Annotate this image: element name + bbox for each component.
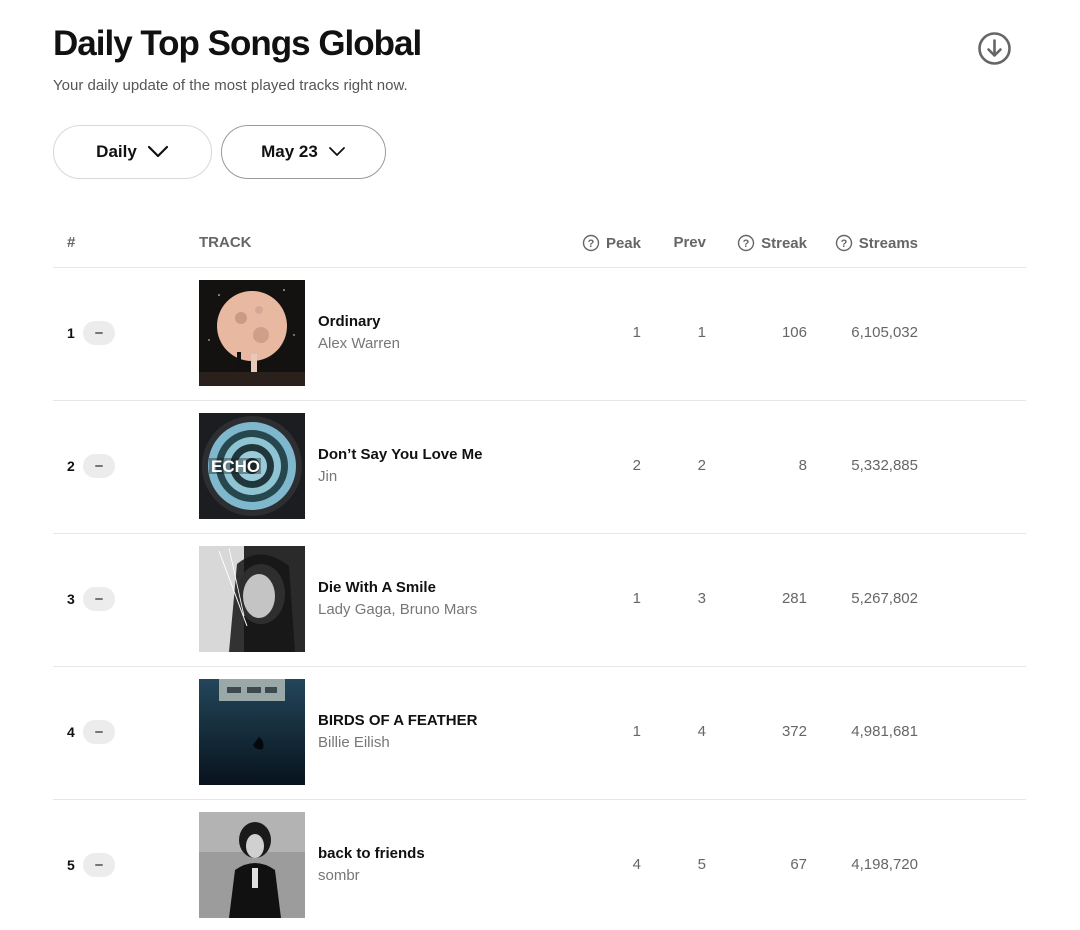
artist-name[interactable]: Billie Eilish: [318, 734, 390, 751]
minus-icon: [95, 598, 103, 600]
peak-value: 1: [632, 324, 641, 341]
prev-value: 2: [697, 457, 706, 474]
prev-value: 4: [697, 723, 706, 740]
question-circle-icon[interactable]: ?: [582, 234, 600, 252]
table-row[interactable]: 2 ECHO Don’t Say You Love Me Jin 2 2 8 5…: [53, 401, 1026, 534]
period-dropdown[interactable]: Daily: [53, 125, 212, 179]
minus-icon: [95, 731, 103, 733]
peak-value: 1: [632, 723, 641, 740]
streams-value: 5,332,885: [851, 457, 918, 474]
song-title[interactable]: back to friends: [318, 845, 425, 862]
rank-change-badge: [83, 720, 115, 744]
column-streak: ? Streak: [737, 234, 807, 252]
album-cover[interactable]: ECHO: [199, 413, 305, 519]
minus-icon: [95, 465, 103, 467]
streak-value: 8: [798, 457, 807, 474]
streak-value: 106: [781, 324, 807, 341]
song-title[interactable]: Die With A Smile: [318, 579, 436, 596]
prev-value: 1: [697, 324, 706, 341]
album-cover[interactable]: [199, 812, 305, 918]
song-title[interactable]: Don’t Say You Love Me: [318, 446, 482, 463]
rank-number: 1: [67, 325, 75, 341]
streams-value: 4,198,720: [851, 856, 918, 873]
download-circle-icon: [978, 32, 1011, 65]
streams-value: 6,105,032: [851, 324, 918, 341]
rank-number: 5: [67, 857, 75, 873]
artist-name[interactable]: Lady Gaga, Bruno Mars: [318, 601, 477, 618]
rank-change-badge: [83, 321, 115, 345]
streams-value: 5,267,802: [851, 590, 918, 607]
minus-icon: [95, 332, 103, 334]
album-cover[interactable]: [199, 679, 305, 785]
table-header: # TRACK ? Peak Prev ? Streak ? Streams: [53, 224, 1026, 268]
prev-value: 5: [697, 856, 706, 873]
svg-text:?: ?: [743, 238, 750, 250]
streak-value: 281: [781, 590, 807, 607]
album-cover[interactable]: [199, 546, 305, 652]
table-row[interactable]: 3 Die With A Smile Lady Gaga, Bruno Mars…: [53, 534, 1026, 667]
period-dropdown-label: Daily: [96, 142, 137, 161]
rank-change-badge: [83, 853, 115, 877]
table-row[interactable]: 4 BIRDS OF A FEATHER Billie Eilish 1 4 3…: [53, 667, 1026, 800]
column-peak: ? Peak: [582, 234, 641, 252]
svg-text:?: ?: [588, 238, 595, 250]
column-peak-label: Peak: [605, 234, 641, 252]
svg-text:ECHO: ECHO: [211, 457, 260, 476]
column-streams-label: Streams: [858, 234, 918, 252]
rank-number: 4: [67, 724, 75, 740]
chart-table: 1 Ordinary Alex Warren 1 1 106 6,105,032…: [53, 268, 1026, 930]
column-track: TRACK: [199, 234, 252, 251]
chevron-down-icon: [328, 147, 345, 156]
streak-value: 372: [781, 723, 807, 740]
date-dropdown[interactable]: May 23: [221, 125, 386, 179]
column-prev: Prev: [673, 234, 706, 251]
page-subtitle: Your daily update of the most played tra…: [53, 77, 408, 94]
page-title: Daily Top Songs Global: [53, 24, 422, 63]
streams-value: 4,981,681: [851, 723, 918, 740]
table-row[interactable]: 1 Ordinary Alex Warren 1 1 106 6,105,032: [53, 268, 1026, 401]
minus-icon: [95, 864, 103, 866]
column-rank: #: [67, 234, 76, 251]
question-circle-icon[interactable]: ?: [737, 234, 755, 252]
rank-change-badge: [83, 454, 115, 478]
date-dropdown-label: May 23: [261, 142, 318, 161]
table-row[interactable]: 5 back to friends sombr 4 5 67 4,198,720: [53, 800, 1026, 930]
peak-value: 4: [632, 856, 641, 873]
artist-name[interactable]: Jin: [318, 468, 337, 485]
prev-value: 3: [697, 590, 706, 607]
rank-number: 3: [67, 591, 75, 607]
peak-value: 1: [632, 590, 641, 607]
album-cover[interactable]: [199, 280, 305, 386]
streak-value: 67: [790, 856, 807, 873]
rank-number: 2: [67, 458, 75, 474]
svg-text:?: ?: [840, 238, 847, 250]
chevron-down-icon: [147, 145, 168, 158]
question-circle-icon[interactable]: ?: [835, 234, 853, 252]
artist-name[interactable]: sombr: [318, 867, 360, 884]
song-title[interactable]: Ordinary: [318, 313, 381, 330]
rank-change-badge: [83, 587, 115, 611]
download-button[interactable]: [977, 31, 1012, 66]
peak-value: 2: [632, 457, 641, 474]
song-title[interactable]: BIRDS OF A FEATHER: [318, 712, 477, 729]
column-streak-label: Streak: [761, 234, 807, 252]
column-streams: ? Streams: [835, 234, 918, 252]
artist-name[interactable]: Alex Warren: [318, 335, 400, 352]
